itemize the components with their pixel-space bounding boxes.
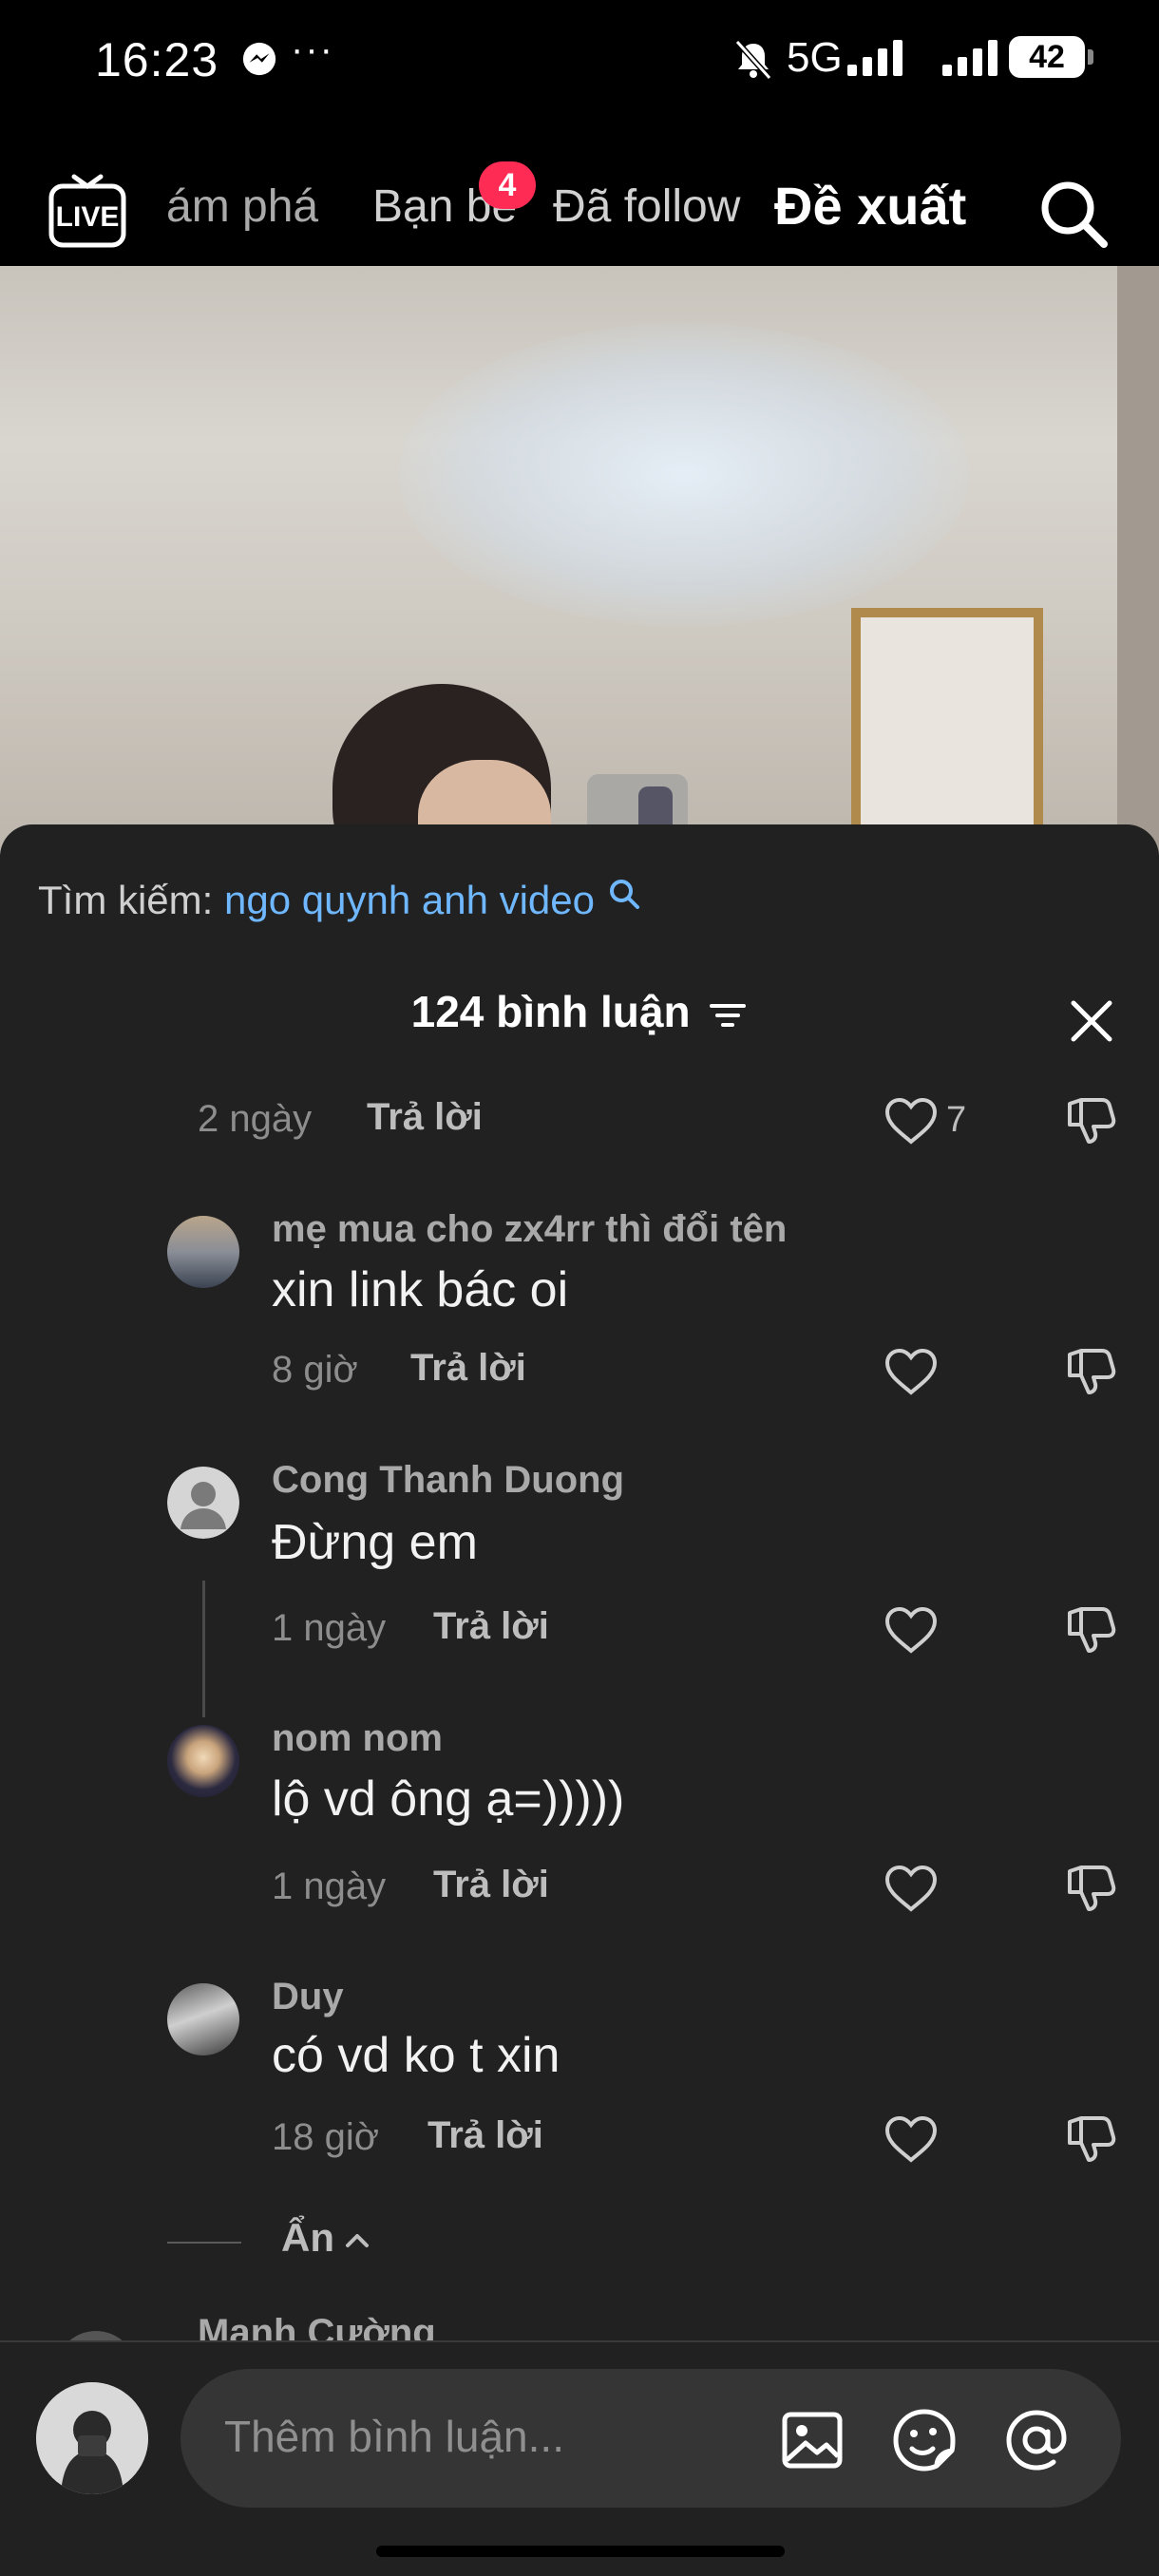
hide-replies-label: Ẩn: [281, 2215, 334, 2260]
like-count: 7: [946, 1100, 967, 1140]
status-bar: 16:23 ··· 5G 42: [0, 0, 1159, 123]
close-icon[interactable]: [1066, 995, 1117, 1047]
heart-icon[interactable]: [884, 1096, 939, 1146]
reply-button[interactable]: Trả lời: [433, 1864, 549, 1906]
search-suggestion-label: Tìm kiếm:: [38, 878, 214, 922]
tab-explore[interactable]: ám phá: [166, 180, 318, 233]
tab-for-you[interactable]: Đề xuất: [774, 175, 966, 237]
network-type: 5G: [787, 34, 843, 81]
comment-meta-row: 2 ngày Trả lời 7: [0, 1092, 1159, 1149]
dislike-icon[interactable]: [1062, 1345, 1119, 1398]
reply-button[interactable]: Trả lời: [433, 1605, 549, 1648]
avatar[interactable]: [167, 1725, 239, 1797]
reply-button[interactable]: Trả lời: [410, 1347, 526, 1390]
comment-username[interactable]: Cong Thanh Duong: [272, 1459, 624, 1502]
mute-bell-icon: [734, 39, 772, 80]
comment-text: có vd ko t xin: [272, 2028, 560, 2083]
comment-username[interactable]: mẹ mua cho zx4rr thì đổi tên: [272, 1208, 787, 1251]
dislike-icon[interactable]: [1062, 2112, 1119, 2166]
comment-input[interactable]: Thêm bình luận...: [180, 2369, 1121, 2508]
comment-time: 8 giờ: [272, 1349, 358, 1391]
messenger-icon: [242, 42, 276, 76]
comment-time: 1 ngày: [272, 1866, 387, 1907]
feed-top-nav: LIVE ám phá Bạn bè 4 Đã follow Đề xuất: [0, 123, 1159, 276]
avatar[interactable]: [167, 1216, 239, 1288]
avatar[interactable]: [167, 1983, 239, 2055]
divider-line: [167, 2242, 241, 2244]
tab-following[interactable]: Đã follow: [553, 180, 740, 233]
sort-filter-icon[interactable]: [708, 998, 748, 1032]
comment-input-placeholder: Thêm bình luận...: [224, 2412, 564, 2461]
status-indicators: 5G 42: [703, 34, 1159, 82]
heart-icon[interactable]: [884, 2114, 939, 2164]
search-icon: [609, 880, 639, 909]
dislike-icon[interactable]: [1062, 1862, 1119, 1915]
comment-meta-row: 1 ngày Trả lời: [0, 1860, 1159, 1917]
svg-text:LIVE: LIVE: [56, 201, 120, 233]
battery-indicator: 42: [1009, 36, 1093, 78]
comment-time: 1 ngày: [272, 1607, 387, 1649]
comments-sheet: Tìm kiếm: ngo quynh anh video 124 bình l…: [0, 824, 1159, 2576]
reply-button[interactable]: Trả lời: [428, 2114, 543, 2157]
friends-notification-badge: 4: [479, 161, 536, 209]
comment-meta-row: 1 ngày Trả lời: [0, 1601, 1159, 1658]
search-icon[interactable]: [1036, 176, 1112, 252]
comment-username[interactable]: Duy: [272, 1976, 344, 2018]
status-more-dots: ···: [291, 28, 334, 70]
avatar-default-icon[interactable]: [167, 1467, 239, 1539]
heart-icon[interactable]: [884, 1347, 939, 1396]
comment-meta-row: 8 giờ Trả lời: [0, 1343, 1159, 1400]
video-player[interactable]: [0, 266, 1159, 855]
emoji-sticker-icon[interactable]: [891, 2407, 958, 2473]
comment-text: lộ vd ông ạ=))))): [272, 1771, 625, 1827]
dislike-icon[interactable]: [1062, 1603, 1119, 1657]
chevron-up-icon: [346, 2234, 369, 2247]
comment-time: 18 giờ: [272, 2116, 379, 2158]
video-mirror-frame: [851, 608, 1043, 855]
comment-meta-row: 18 giờ Trả lời: [0, 2111, 1159, 2168]
heart-icon[interactable]: [884, 1864, 939, 1913]
comment-text: xin link bác oi: [272, 1262, 569, 1317]
signal-icon: [847, 40, 902, 76]
status-time: 16:23: [95, 33, 219, 86]
home-indicator: [376, 2546, 785, 2557]
my-avatar[interactable]: [36, 2382, 148, 2494]
live-tv-icon[interactable]: LIVE: [48, 171, 127, 251]
comment-username[interactable]: nom nom: [272, 1717, 443, 1760]
heart-icon[interactable]: [884, 1605, 939, 1655]
signal-icon: [942, 40, 998, 76]
comment-text: Đừng em: [272, 1515, 478, 1570]
reply-button[interactable]: Trả lời: [367, 1096, 483, 1139]
hide-replies-button[interactable]: Ẩn: [167, 2215, 547, 2272]
search-suggestion[interactable]: Tìm kiếm: ngo quynh anh video: [38, 878, 640, 923]
comments-count: 124 bình luận: [410, 987, 691, 1036]
mention-icon[interactable]: [1003, 2407, 1070, 2473]
image-icon[interactable]: [779, 2407, 846, 2473]
comments-count-header: 124 bình luận: [0, 986, 1159, 1037]
search-suggestion-keyword[interactable]: ngo quynh anh video: [224, 878, 595, 922]
comment-time: 2 ngày: [198, 1098, 313, 1140]
comment-input-bar: Thêm bình luận...: [0, 2340, 1159, 2576]
dislike-icon[interactable]: [1062, 1094, 1119, 1147]
